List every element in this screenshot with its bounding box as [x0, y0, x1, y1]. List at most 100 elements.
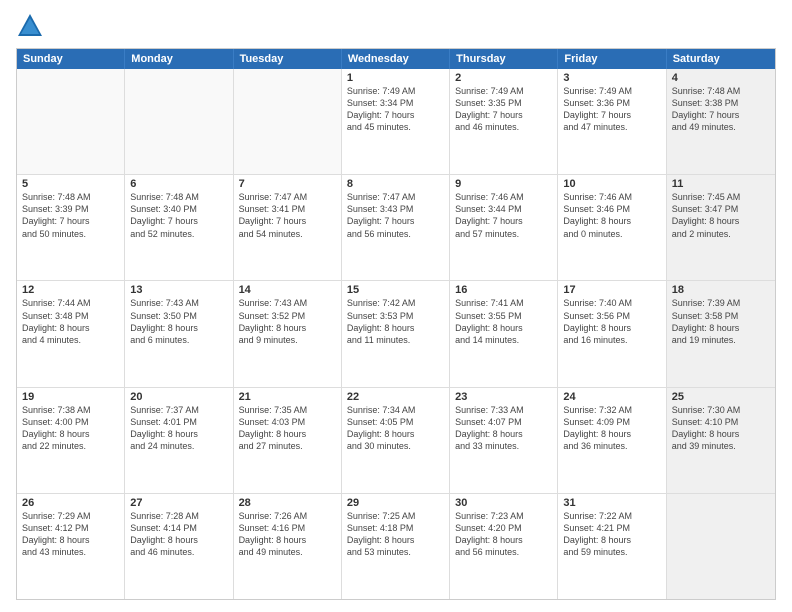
day-number: 21: [239, 391, 336, 403]
calendar-cell-r2c0: 12Sunrise: 7:44 AM Sunset: 3:48 PM Dayli…: [17, 281, 125, 386]
day-number: 9: [455, 178, 552, 190]
day-number: 29: [347, 497, 444, 509]
header-day-thursday: Thursday: [450, 49, 558, 69]
calendar-cell-r4c3: 29Sunrise: 7:25 AM Sunset: 4:18 PM Dayli…: [342, 494, 450, 599]
calendar-cell-r1c1: 6Sunrise: 7:48 AM Sunset: 3:40 PM Daylig…: [125, 175, 233, 280]
calendar-cell-r2c2: 14Sunrise: 7:43 AM Sunset: 3:52 PM Dayli…: [234, 281, 342, 386]
day-number: 12: [22, 284, 119, 296]
logo: [16, 12, 48, 40]
day-number: 31: [563, 497, 660, 509]
day-number: 27: [130, 497, 227, 509]
calendar-cell-r0c4: 2Sunrise: 7:49 AM Sunset: 3:35 PM Daylig…: [450, 69, 558, 174]
cell-info: Sunrise: 7:49 AM Sunset: 3:34 PM Dayligh…: [347, 85, 444, 134]
day-number: 24: [563, 391, 660, 403]
calendar-cell-r2c5: 17Sunrise: 7:40 AM Sunset: 3:56 PM Dayli…: [558, 281, 666, 386]
calendar-cell-r0c6: 4Sunrise: 7:48 AM Sunset: 3:38 PM Daylig…: [667, 69, 775, 174]
cell-info: Sunrise: 7:35 AM Sunset: 4:03 PM Dayligh…: [239, 404, 336, 453]
header-day-wednesday: Wednesday: [342, 49, 450, 69]
calendar-cell-r3c0: 19Sunrise: 7:38 AM Sunset: 4:00 PM Dayli…: [17, 388, 125, 493]
day-number: 10: [563, 178, 660, 190]
cell-info: Sunrise: 7:40 AM Sunset: 3:56 PM Dayligh…: [563, 297, 660, 346]
cell-info: Sunrise: 7:37 AM Sunset: 4:01 PM Dayligh…: [130, 404, 227, 453]
day-number: 2: [455, 72, 552, 84]
calendar-cell-r4c5: 31Sunrise: 7:22 AM Sunset: 4:21 PM Dayli…: [558, 494, 666, 599]
cell-info: Sunrise: 7:28 AM Sunset: 4:14 PM Dayligh…: [130, 510, 227, 559]
calendar-cell-r2c3: 15Sunrise: 7:42 AM Sunset: 3:53 PM Dayli…: [342, 281, 450, 386]
calendar-row-1: 5Sunrise: 7:48 AM Sunset: 3:39 PM Daylig…: [17, 175, 775, 281]
cell-info: Sunrise: 7:49 AM Sunset: 3:36 PM Dayligh…: [563, 85, 660, 134]
day-number: 1: [347, 72, 444, 84]
header-day-monday: Monday: [125, 49, 233, 69]
calendar-row-2: 12Sunrise: 7:44 AM Sunset: 3:48 PM Dayli…: [17, 281, 775, 387]
calendar-cell-r2c1: 13Sunrise: 7:43 AM Sunset: 3:50 PM Dayli…: [125, 281, 233, 386]
calendar-cell-r0c0: [17, 69, 125, 174]
page: SundayMondayTuesdayWednesdayThursdayFrid…: [0, 0, 792, 612]
calendar: SundayMondayTuesdayWednesdayThursdayFrid…: [16, 48, 776, 600]
header-day-tuesday: Tuesday: [234, 49, 342, 69]
cell-info: Sunrise: 7:44 AM Sunset: 3:48 PM Dayligh…: [22, 297, 119, 346]
day-number: 4: [672, 72, 770, 84]
calendar-cell-r0c1: [125, 69, 233, 174]
cell-info: Sunrise: 7:38 AM Sunset: 4:00 PM Dayligh…: [22, 404, 119, 453]
calendar-cell-r3c4: 23Sunrise: 7:33 AM Sunset: 4:07 PM Dayli…: [450, 388, 558, 493]
day-number: 3: [563, 72, 660, 84]
header-day-sunday: Sunday: [17, 49, 125, 69]
day-number: 30: [455, 497, 552, 509]
cell-info: Sunrise: 7:25 AM Sunset: 4:18 PM Dayligh…: [347, 510, 444, 559]
calendar-cell-r3c3: 22Sunrise: 7:34 AM Sunset: 4:05 PM Dayli…: [342, 388, 450, 493]
calendar-cell-r1c0: 5Sunrise: 7:48 AM Sunset: 3:39 PM Daylig…: [17, 175, 125, 280]
cell-info: Sunrise: 7:47 AM Sunset: 3:41 PM Dayligh…: [239, 191, 336, 240]
day-number: 8: [347, 178, 444, 190]
cell-info: Sunrise: 7:48 AM Sunset: 3:40 PM Dayligh…: [130, 191, 227, 240]
calendar-header: SundayMondayTuesdayWednesdayThursdayFrid…: [17, 49, 775, 69]
cell-info: Sunrise: 7:32 AM Sunset: 4:09 PM Dayligh…: [563, 404, 660, 453]
cell-info: Sunrise: 7:33 AM Sunset: 4:07 PM Dayligh…: [455, 404, 552, 453]
day-number: 22: [347, 391, 444, 403]
calendar-body: 1Sunrise: 7:49 AM Sunset: 3:34 PM Daylig…: [17, 69, 775, 599]
cell-info: Sunrise: 7:34 AM Sunset: 4:05 PM Dayligh…: [347, 404, 444, 453]
cell-info: Sunrise: 7:29 AM Sunset: 4:12 PM Dayligh…: [22, 510, 119, 559]
cell-info: Sunrise: 7:39 AM Sunset: 3:58 PM Dayligh…: [672, 297, 770, 346]
calendar-cell-r4c0: 26Sunrise: 7:29 AM Sunset: 4:12 PM Dayli…: [17, 494, 125, 599]
day-number: 7: [239, 178, 336, 190]
day-number: 26: [22, 497, 119, 509]
calendar-cell-r1c4: 9Sunrise: 7:46 AM Sunset: 3:44 PM Daylig…: [450, 175, 558, 280]
cell-info: Sunrise: 7:43 AM Sunset: 3:52 PM Dayligh…: [239, 297, 336, 346]
cell-info: Sunrise: 7:41 AM Sunset: 3:55 PM Dayligh…: [455, 297, 552, 346]
calendar-cell-r2c6: 18Sunrise: 7:39 AM Sunset: 3:58 PM Dayli…: [667, 281, 775, 386]
calendar-cell-r3c1: 20Sunrise: 7:37 AM Sunset: 4:01 PM Dayli…: [125, 388, 233, 493]
day-number: 16: [455, 284, 552, 296]
calendar-cell-r4c4: 30Sunrise: 7:23 AM Sunset: 4:20 PM Dayli…: [450, 494, 558, 599]
calendar-cell-r4c2: 28Sunrise: 7:26 AM Sunset: 4:16 PM Dayli…: [234, 494, 342, 599]
calendar-cell-r3c5: 24Sunrise: 7:32 AM Sunset: 4:09 PM Dayli…: [558, 388, 666, 493]
calendar-cell-r4c1: 27Sunrise: 7:28 AM Sunset: 4:14 PM Dayli…: [125, 494, 233, 599]
cell-info: Sunrise: 7:43 AM Sunset: 3:50 PM Dayligh…: [130, 297, 227, 346]
day-number: 20: [130, 391, 227, 403]
cell-info: Sunrise: 7:47 AM Sunset: 3:43 PM Dayligh…: [347, 191, 444, 240]
calendar-cell-r0c3: 1Sunrise: 7:49 AM Sunset: 3:34 PM Daylig…: [342, 69, 450, 174]
calendar-cell-r3c6: 25Sunrise: 7:30 AM Sunset: 4:10 PM Dayli…: [667, 388, 775, 493]
cell-info: Sunrise: 7:22 AM Sunset: 4:21 PM Dayligh…: [563, 510, 660, 559]
cell-info: Sunrise: 7:48 AM Sunset: 3:39 PM Dayligh…: [22, 191, 119, 240]
day-number: 28: [239, 497, 336, 509]
day-number: 15: [347, 284, 444, 296]
cell-info: Sunrise: 7:26 AM Sunset: 4:16 PM Dayligh…: [239, 510, 336, 559]
cell-info: Sunrise: 7:46 AM Sunset: 3:44 PM Dayligh…: [455, 191, 552, 240]
calendar-cell-r0c2: [234, 69, 342, 174]
day-number: 19: [22, 391, 119, 403]
calendar-cell-r2c4: 16Sunrise: 7:41 AM Sunset: 3:55 PM Dayli…: [450, 281, 558, 386]
calendar-cell-r1c3: 8Sunrise: 7:47 AM Sunset: 3:43 PM Daylig…: [342, 175, 450, 280]
cell-info: Sunrise: 7:23 AM Sunset: 4:20 PM Dayligh…: [455, 510, 552, 559]
header-day-saturday: Saturday: [667, 49, 775, 69]
day-number: 6: [130, 178, 227, 190]
day-number: 11: [672, 178, 770, 190]
calendar-cell-r4c6: [667, 494, 775, 599]
day-number: 14: [239, 284, 336, 296]
calendar-cell-r1c2: 7Sunrise: 7:47 AM Sunset: 3:41 PM Daylig…: [234, 175, 342, 280]
cell-info: Sunrise: 7:30 AM Sunset: 4:10 PM Dayligh…: [672, 404, 770, 453]
cell-info: Sunrise: 7:48 AM Sunset: 3:38 PM Dayligh…: [672, 85, 770, 134]
calendar-cell-r3c2: 21Sunrise: 7:35 AM Sunset: 4:03 PM Dayli…: [234, 388, 342, 493]
cell-info: Sunrise: 7:45 AM Sunset: 3:47 PM Dayligh…: [672, 191, 770, 240]
calendar-cell-r1c6: 11Sunrise: 7:45 AM Sunset: 3:47 PM Dayli…: [667, 175, 775, 280]
day-number: 13: [130, 284, 227, 296]
